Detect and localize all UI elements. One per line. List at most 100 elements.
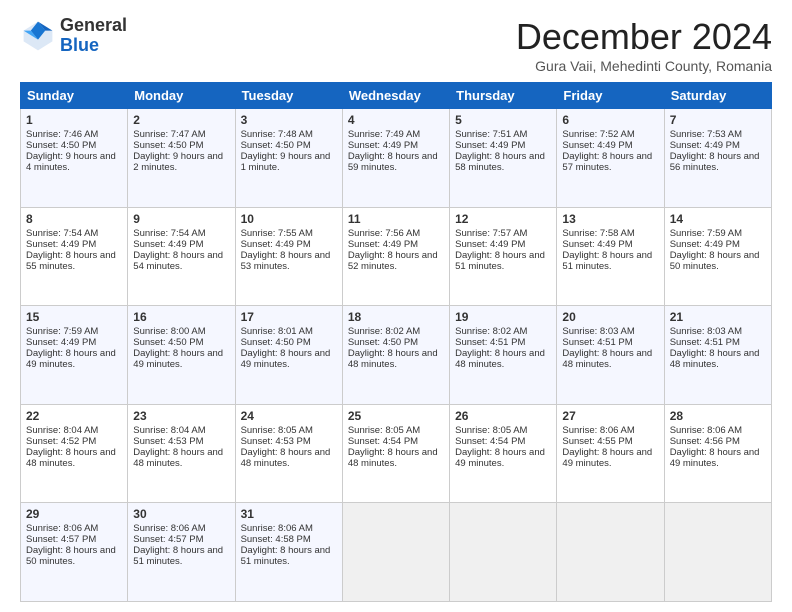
daylight-text: Daylight: 8 hours and 51 minutes. <box>133 545 223 567</box>
calendar-week-1: 1 Sunrise: 7:46 AMSunset: 4:50 PM Daylight… <box>21 109 772 208</box>
sunrise-text: Sunrise: 8:04 AM <box>26 425 98 436</box>
day-number: 19 <box>455 310 551 324</box>
sunset-text: Sunset: 4:50 PM <box>26 140 96 151</box>
sunset-text: Sunset: 4:55 PM <box>562 436 632 447</box>
daylight-text: Daylight: 8 hours and 51 minutes. <box>562 250 652 272</box>
weekday-friday: Friday <box>557 83 664 109</box>
calendar: SundayMondayTuesdayWednesdayThursdayFrid… <box>20 82 772 602</box>
day-number: 24 <box>241 409 337 423</box>
daylight-text: Daylight: 8 hours and 49 minutes. <box>26 348 116 370</box>
sunrise-text: Sunrise: 8:00 AM <box>133 326 205 337</box>
logo-text: General Blue <box>60 16 127 56</box>
sunrise-text: Sunrise: 8:05 AM <box>455 425 527 436</box>
calendar-cell: 3Sunrise: 7:48 AMSunset: 4:50 PMDaylight… <box>235 109 342 208</box>
sunrise-text: Sunrise: 7:54 AM <box>26 228 98 239</box>
daylight-text: Daylight: 8 hours and 51 minutes. <box>241 545 331 567</box>
calendar-cell: 20Sunrise: 8:03 AMSunset: 4:51 PMDayligh… <box>557 306 664 405</box>
sunrise-text: Sunrise: 7:55 AM <box>241 228 313 239</box>
calendar-body: 1Sunrise: 7:46 AMSunset: 4:50 PMDaylight… <box>21 109 772 602</box>
weekday-sunday: Sunday <box>21 83 128 109</box>
sunrise-text: Sunrise: 8:02 AM <box>455 326 527 337</box>
calendar-cell: 18Sunrise: 8:02 AMSunset: 4:50 PMDayligh… <box>342 306 449 405</box>
day-number: 8 <box>26 212 122 226</box>
daylight-text: Daylight: 8 hours and 48 minutes. <box>133 447 223 469</box>
calendar-cell: 14Sunrise: 7:59 AMSunset: 4:49 PMDayligh… <box>664 207 771 306</box>
sunrise-text: Sunrise: 8:06 AM <box>26 523 98 534</box>
day-number: 11 <box>348 212 444 226</box>
daylight-text: Daylight: 8 hours and 48 minutes. <box>241 447 331 469</box>
daylight-text: Daylight: 8 hours and 57 minutes. <box>562 151 652 173</box>
calendar-cell: 19Sunrise: 8:02 AMSunset: 4:51 PMDayligh… <box>450 306 557 405</box>
calendar-cell: 29Sunrise: 8:06 AMSunset: 4:57 PMDayligh… <box>21 503 128 602</box>
sunrise-text: Sunrise: 8:06 AM <box>562 425 634 436</box>
sunrise-text: Sunrise: 7:54 AM <box>133 228 205 239</box>
sunset-text: Sunset: 4:49 PM <box>26 239 96 250</box>
sunset-text: Sunset: 4:53 PM <box>241 436 311 447</box>
daylight-text: Daylight: 8 hours and 48 minutes. <box>348 348 438 370</box>
weekday-row: SundayMondayTuesdayWednesdayThursdayFrid… <box>21 83 772 109</box>
sunrise-text: Sunrise: 8:06 AM <box>670 425 742 436</box>
calendar-cell: 28Sunrise: 8:06 AMSunset: 4:56 PMDayligh… <box>664 404 771 503</box>
sunrise-text: Sunrise: 8:06 AM <box>133 523 205 534</box>
calendar-week-3: 15Sunrise: 7:59 AMSunset: 4:49 PMDayligh… <box>21 306 772 405</box>
sunrise-text: Sunrise: 7:51 AM <box>455 129 527 140</box>
daylight-text: Daylight: 8 hours and 56 minutes. <box>670 151 760 173</box>
sunrise-text: Sunrise: 7:57 AM <box>455 228 527 239</box>
daylight-text: Daylight: 8 hours and 49 minutes. <box>455 447 545 469</box>
calendar-cell: 8Sunrise: 7:54 AMSunset: 4:49 PMDaylight… <box>21 207 128 306</box>
sunset-text: Sunset: 4:58 PM <box>241 534 311 545</box>
calendar-cell: 6Sunrise: 7:52 AMSunset: 4:49 PMDaylight… <box>557 109 664 208</box>
sunset-text: Sunset: 4:56 PM <box>670 436 740 447</box>
day-number: 17 <box>241 310 337 324</box>
day-number: 12 <box>455 212 551 226</box>
calendar-cell: 26Sunrise: 8:05 AMSunset: 4:54 PMDayligh… <box>450 404 557 503</box>
sunrise-text: Sunrise: 8:04 AM <box>133 425 205 436</box>
weekday-saturday: Saturday <box>664 83 771 109</box>
daylight-text: Daylight: 8 hours and 58 minutes. <box>455 151 545 173</box>
sunrise-text: Sunrise: 7:46 AM <box>26 129 98 140</box>
day-number: 5 <box>455 113 551 127</box>
calendar-week-2: 8Sunrise: 7:54 AMSunset: 4:49 PMDaylight… <box>21 207 772 306</box>
subtitle: Gura Vaii, Mehedinti County, Romania <box>516 58 772 74</box>
day-number: 4 <box>348 113 444 127</box>
sunset-text: Sunset: 4:49 PM <box>455 140 525 151</box>
sunrise-text: Sunrise: 7:53 AM <box>670 129 742 140</box>
weekday-thursday: Thursday <box>450 83 557 109</box>
sunrise-text: Sunrise: 8:05 AM <box>241 425 313 436</box>
calendar-week-5: 29Sunrise: 8:06 AMSunset: 4:57 PMDayligh… <box>21 503 772 602</box>
daylight-text: Daylight: 8 hours and 50 minutes. <box>26 545 116 567</box>
day-number: 9 <box>133 212 229 226</box>
sunset-text: Sunset: 4:49 PM <box>562 239 632 250</box>
sunrise-text: Sunrise: 8:02 AM <box>348 326 420 337</box>
calendar-cell: 22Sunrise: 8:04 AMSunset: 4:52 PMDayligh… <box>21 404 128 503</box>
calendar-cell: 7Sunrise: 7:53 AMSunset: 4:49 PMDaylight… <box>664 109 771 208</box>
calendar-cell: 30Sunrise: 8:06 AMSunset: 4:57 PMDayligh… <box>128 503 235 602</box>
calendar-cell: 31Sunrise: 8:06 AMSunset: 4:58 PMDayligh… <box>235 503 342 602</box>
sunrise-text: Sunrise: 7:56 AM <box>348 228 420 239</box>
sunset-text: Sunset: 4:50 PM <box>241 337 311 348</box>
sunset-text: Sunset: 4:50 PM <box>348 337 418 348</box>
daylight-text: Daylight: 8 hours and 49 minutes. <box>133 348 223 370</box>
calendar-header: SundayMondayTuesdayWednesdayThursdayFrid… <box>21 83 772 109</box>
calendar-cell: 16Sunrise: 8:00 AMSunset: 4:50 PMDayligh… <box>128 306 235 405</box>
sunset-text: Sunset: 4:53 PM <box>133 436 203 447</box>
day-number: 3 <box>241 113 337 127</box>
calendar-cell: 5 Sunrise: 7:51 AMSunset: 4:49 PMDaylight… <box>450 109 557 208</box>
calendar-cell <box>557 503 664 602</box>
sunrise-text: Sunrise: 7:58 AM <box>562 228 634 239</box>
daylight-text: Daylight: 8 hours and 49 minutes. <box>670 447 760 469</box>
calendar-cell: 12Sunrise: 7:57 AMSunset: 4:49 PMDayligh… <box>450 207 557 306</box>
calendar-cell: 10Sunrise: 7:55 AMSunset: 4:49 PMDayligh… <box>235 207 342 306</box>
day-number: 6 <box>562 113 658 127</box>
calendar-cell: 2Sunrise: 7:47 AMSunset: 4:50 PMDaylight… <box>128 109 235 208</box>
day-number: 26 <box>455 409 551 423</box>
daylight-text: Daylight: 8 hours and 49 minutes. <box>562 447 652 469</box>
sunset-text: Sunset: 4:54 PM <box>348 436 418 447</box>
calendar-cell <box>664 503 771 602</box>
daylight-text: Daylight: 8 hours and 48 minutes. <box>348 447 438 469</box>
daylight-text: Daylight: 8 hours and 49 minutes. <box>241 348 331 370</box>
calendar-cell: 15Sunrise: 7:59 AMSunset: 4:49 PMDayligh… <box>21 306 128 405</box>
calendar-cell: 25Sunrise: 8:05 AMSunset: 4:54 PMDayligh… <box>342 404 449 503</box>
logo-icon <box>20 18 56 54</box>
day-number: 1 <box>26 113 122 127</box>
